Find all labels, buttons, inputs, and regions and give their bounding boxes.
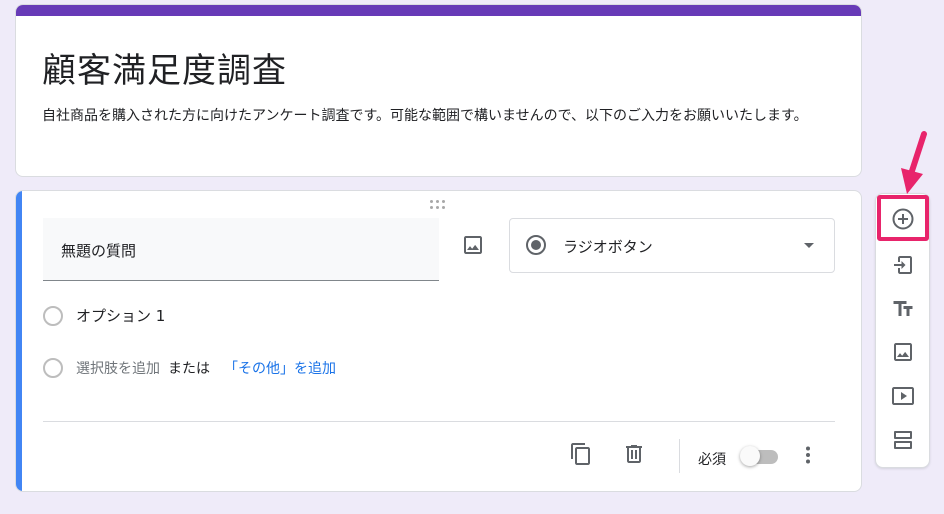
chevron-down-icon <box>804 243 814 248</box>
question-type-label: ラジオボタン <box>563 238 653 256</box>
image-icon[interactable] <box>891 340 915 364</box>
footer-divider <box>43 421 835 422</box>
option-row[interactable]: オプション 1 <box>43 305 165 326</box>
form-description[interactable]: 自社商品を購入された方に向けたアンケート調査です。可能な範囲で構いませんので、以… <box>42 106 837 127</box>
question-card[interactable]: 無題の質問 ラジオボタン オプション 1 選択肢を追加 または 「その他」を追加… <box>15 190 862 492</box>
image-icon[interactable] <box>461 233 485 257</box>
radio-button-icon <box>524 233 548 257</box>
add-option-link[interactable]: 選択肢を追加 <box>76 358 160 378</box>
add-option-row: 選択肢を追加 または 「その他」を追加 <box>43 358 336 378</box>
or-label: または <box>168 361 210 377</box>
radio-circle-icon <box>43 358 63 378</box>
required-label: 必須 <box>698 452 726 468</box>
question-type-dropdown[interactable]: ラジオボタン <box>509 218 835 273</box>
add-other-link[interactable]: 「その他」を追加 <box>224 358 336 378</box>
video-icon[interactable] <box>891 384 915 408</box>
trash-icon[interactable] <box>622 442 646 466</box>
drag-handle-icon[interactable] <box>430 200 448 210</box>
question-title-text: 無題の質問 <box>61 242 137 260</box>
required-toggle[interactable] <box>740 445 782 467</box>
radio-circle-icon <box>43 305 63 326</box>
duplicate-icon[interactable] <box>569 442 593 466</box>
footer-vertical-divider <box>679 439 680 473</box>
option-label[interactable]: オプション 1 <box>76 305 165 326</box>
title-text-icon[interactable] <box>891 297 915 321</box>
question-title-input[interactable]: 無題の質問 <box>43 218 439 281</box>
toggle-thumb <box>740 446 760 466</box>
annotation-highlight-box <box>877 195 929 241</box>
section-icon[interactable] <box>891 428 915 452</box>
title-card-accent <box>16 5 861 16</box>
more-vert-icon[interactable] <box>796 443 820 467</box>
form-title[interactable]: 顧客満足度調査 <box>42 43 287 92</box>
question-card-accent <box>16 191 22 491</box>
import-icon[interactable] <box>891 253 915 277</box>
form-title-card[interactable]: 顧客満足度調査 自社商品を購入された方に向けたアンケート調査です。可能な範囲で構… <box>15 4 862 177</box>
annotation-arrow-icon <box>901 131 927 194</box>
